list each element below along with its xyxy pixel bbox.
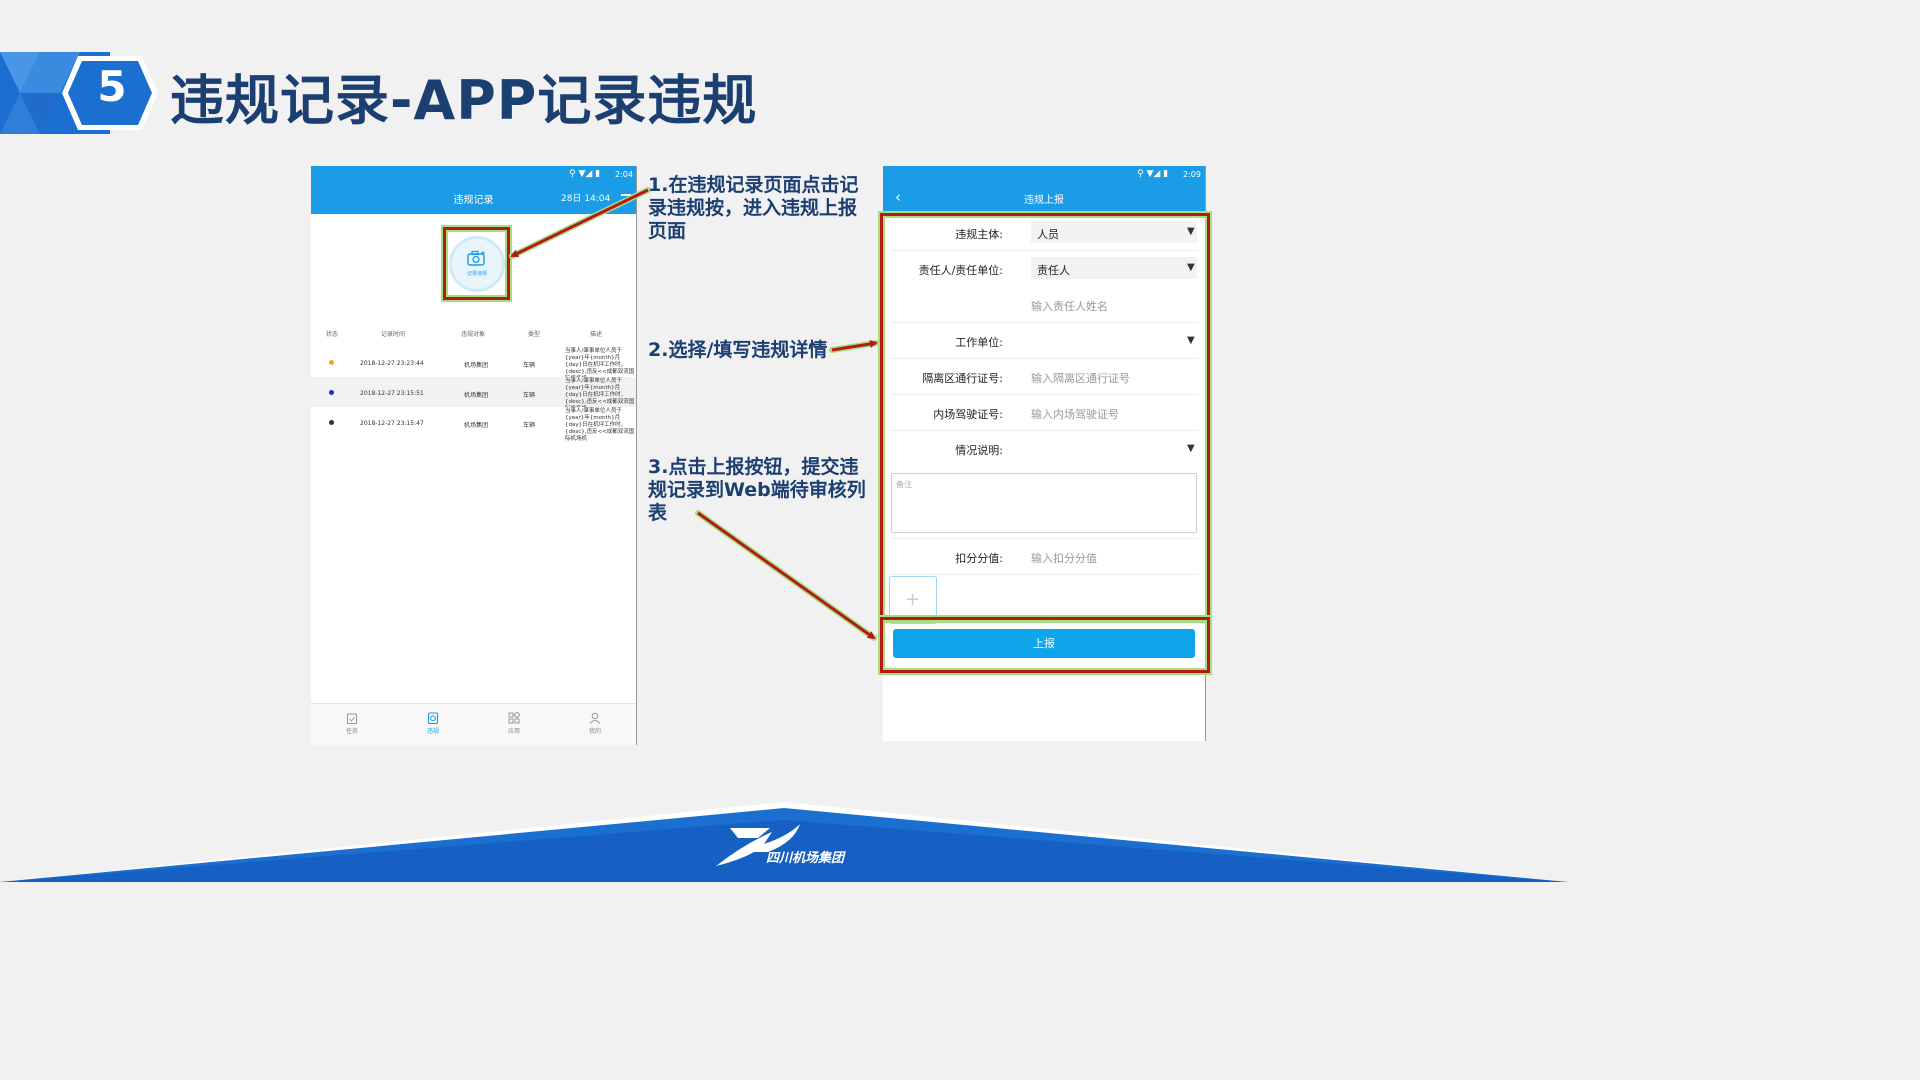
annotation-step2: 2.选择/填写违规详情 xyxy=(648,339,828,361)
annotation-arrows xyxy=(509,187,879,641)
annotation-step3: 3.点击上报按钮，提交违规记录到Web端待审核列表 xyxy=(648,456,866,524)
logo-text: 四川机场集团 xyxy=(766,851,845,866)
annotation-step1: 1.在违规记录页面点击记录违规按，进入违规上报页面 xyxy=(648,174,859,242)
